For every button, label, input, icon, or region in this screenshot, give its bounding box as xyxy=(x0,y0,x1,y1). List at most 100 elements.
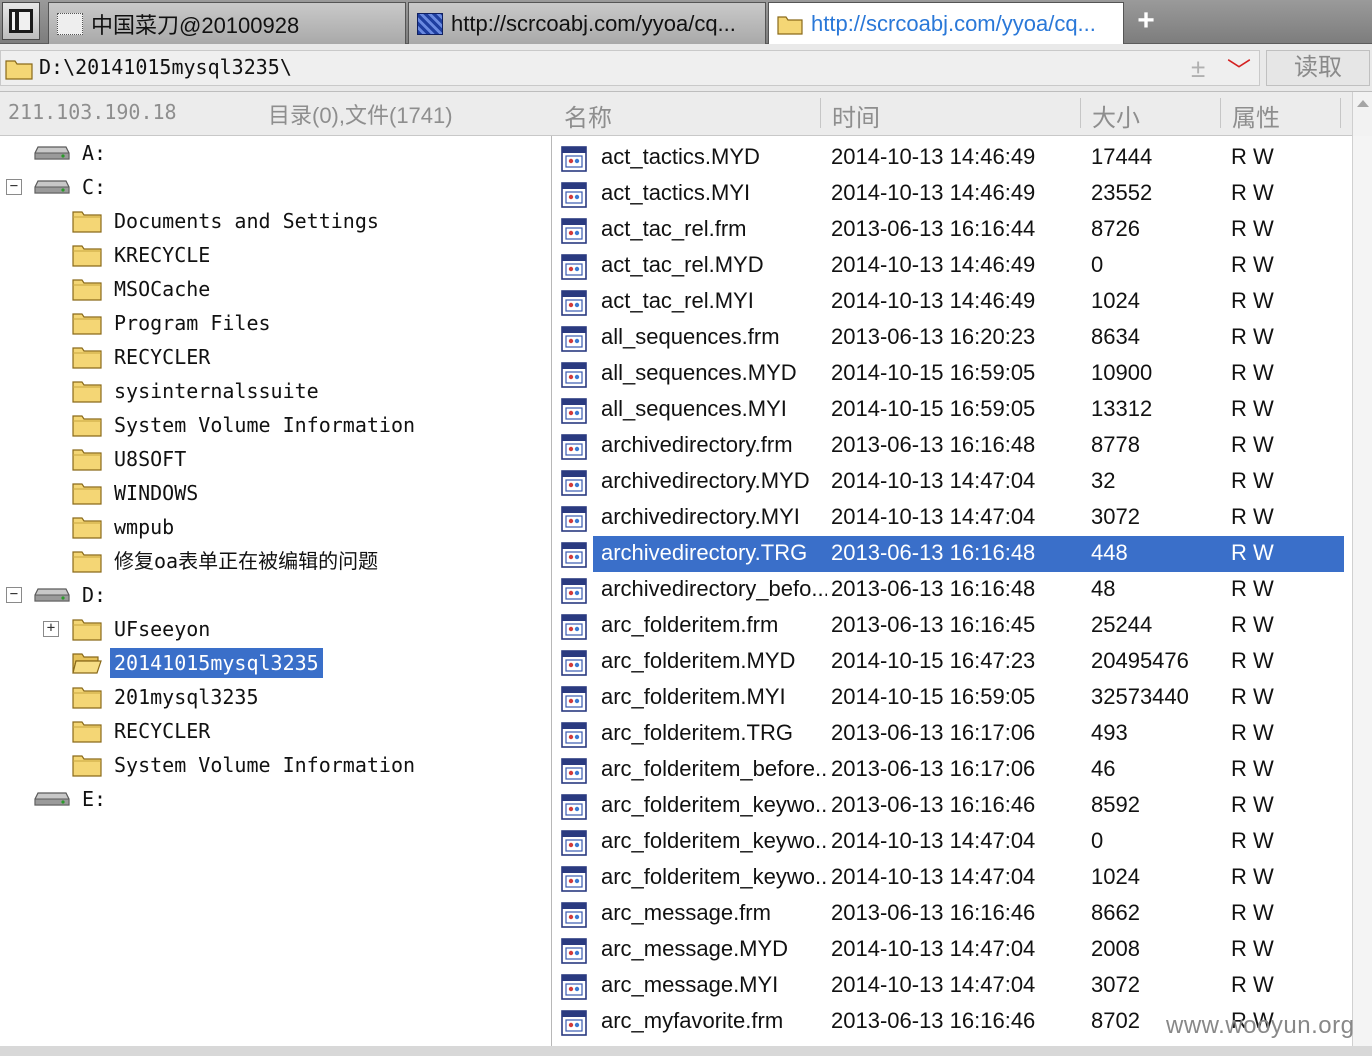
tree-folder-item[interactable]: wmpub xyxy=(72,510,178,544)
expand-toggle[interactable]: + xyxy=(43,621,59,637)
directory-summary: 目录(0),文件(1741) xyxy=(268,103,453,128)
tree-folder-item[interactable]: KRECYCLE xyxy=(72,238,214,272)
tree-folder-item[interactable]: RECYCLER xyxy=(72,340,214,374)
file-icon xyxy=(561,218,587,244)
tab-caidao-home[interactable]: 中国菜刀@20100928 xyxy=(48,2,406,44)
tree-folder-item[interactable]: WINDOWS xyxy=(72,476,202,510)
path-dropdown-button[interactable]: ﹀ xyxy=(1227,51,1251,86)
file-row[interactable]: act_tac_rel.MYI 2014-10-13 14:46:49 1024 R … xyxy=(553,284,1344,320)
file-row[interactable]: all_sequences.frm 2013-06-13 16:20:23 8634… xyxy=(553,320,1344,356)
file-time: 2014-10-13 14:46:49 xyxy=(831,180,1036,205)
column-time-header[interactable]: 时间 xyxy=(832,98,880,133)
file-icon xyxy=(561,506,587,532)
file-icon xyxy=(561,722,587,748)
file-name: all_sequences.MYD xyxy=(601,360,797,385)
tab-label: http://scrcoabj.com/yyoa/cq... xyxy=(451,10,736,36)
tree-folder-item[interactable]: 201mysql3235 xyxy=(72,680,263,714)
tree-item-label: System Volume Information xyxy=(114,413,416,437)
tree-folder-item[interactable]: System Volume Information xyxy=(72,748,419,782)
hard-drive-icon xyxy=(34,792,70,806)
file-row[interactable]: arc_message.frm 2013-06-13 16:16:46 8662 R … xyxy=(553,896,1344,932)
tree-folder-item[interactable]: Program Files xyxy=(72,306,275,340)
file-row[interactable]: act_tactics.MYI 2014-10-13 14:46:49 23552 R… xyxy=(553,176,1344,212)
column-name-header[interactable]: 名称 xyxy=(564,98,612,133)
file-row[interactable]: arc_folderitem.frm 2013-06-13 16:16:45 252… xyxy=(553,608,1344,644)
column-divider[interactable] xyxy=(1340,98,1341,128)
file-row[interactable]: all_sequences.MYD 2014-10-15 16:59:05 1090… xyxy=(553,356,1344,392)
tree-folder-item[interactable]: RECYCLER xyxy=(72,714,214,748)
file-row[interactable]: archivedirectory.frm 2013-06-13 16:16:48 8… xyxy=(553,428,1344,464)
file-name: arc_message.MYD xyxy=(601,936,789,961)
file-row[interactable]: arc_message.MYI 2014-10-13 14:47:04 3072 R … xyxy=(553,968,1344,1004)
tree-folder-item[interactable]: U8SOFT xyxy=(72,442,190,476)
file-time: 2014-10-13 14:46:49 xyxy=(831,288,1036,313)
file-row[interactable]: arc_folderitem_keywo... 2013-06-13 16:16:… xyxy=(553,788,1344,824)
file-attr: R W xyxy=(1231,972,1274,997)
tree-folder-item[interactable]: UFseeyon xyxy=(72,612,214,646)
file-attr: R W xyxy=(1231,288,1274,313)
column-divider[interactable] xyxy=(1080,98,1081,128)
new-tab-button[interactable]: + xyxy=(1128,4,1164,40)
file-name: act_tac_rel.MYD xyxy=(601,252,764,277)
file-attr: R W xyxy=(1231,324,1274,349)
file-name: archivedirectory.MYD xyxy=(601,468,810,493)
tree-folder-item[interactable]: System Volume Information xyxy=(72,408,419,442)
file-row[interactable]: arc_folderitem.MYD 2014-10-15 16:47:23 204… xyxy=(553,644,1344,680)
folder-icon xyxy=(72,279,102,301)
tree-folder-item[interactable]: Documents and Settings xyxy=(72,204,383,238)
window-menu-button[interactable] xyxy=(2,2,40,40)
file-time: 2014-10-13 14:47:04 xyxy=(831,864,1036,889)
file-row[interactable]: arc_folderitem_keywo... 2014-10-13 14:47:… xyxy=(553,824,1344,860)
tree-drive-item[interactable]: A: xyxy=(34,136,110,170)
scroll-up-button[interactable] xyxy=(1352,92,1372,136)
tab-file-manager[interactable]: http://scrcoabj.com/yyoa/cq... xyxy=(768,2,1124,44)
file-row[interactable]: archivedirectory.MYI 2014-10-13 14:47:04 3… xyxy=(553,500,1344,536)
file-row[interactable]: arc_folderitem.MYI 2014-10-15 16:59:05 325… xyxy=(553,680,1344,716)
file-row[interactable]: act_tactics.MYD 2014-10-13 14:46:49 17444 R… xyxy=(553,140,1344,176)
file-time: 2013-06-13 16:16:46 xyxy=(831,1008,1036,1033)
tree-folder-item[interactable]: sysinternalssuite xyxy=(72,374,323,408)
hard-drive-icon xyxy=(34,146,70,160)
file-row[interactable]: arc_message.MYD 2014-10-13 14:47:04 2008 R … xyxy=(553,932,1344,968)
collapse-toggle[interactable]: − xyxy=(6,179,22,195)
tree-drive-item[interactable]: E: xyxy=(34,782,110,816)
file-icon xyxy=(561,182,587,208)
watermark: www.wooyun.org xyxy=(1166,1012,1355,1039)
file-row[interactable]: archivedirectory.MYD 2014-10-13 14:47:04 3… xyxy=(553,464,1344,500)
folder-icon xyxy=(72,755,102,777)
bookmark-add-button[interactable]: ± xyxy=(1191,53,1205,84)
file-row[interactable]: arc_folderitem.TRG 2013-06-13 16:17:06 493… xyxy=(553,716,1344,752)
tree-item-label: A: xyxy=(82,141,107,165)
tree-folder-item[interactable]: MSOCache xyxy=(72,272,214,306)
file-row[interactable]: act_tac_rel.frm 2013-06-13 16:16:44 8726 R … xyxy=(553,212,1344,248)
tab-bar: 中国菜刀@20100928 http://scrcoabj.com/yyoa/c… xyxy=(0,0,1372,44)
tree-drive-item[interactable]: C: xyxy=(34,170,110,204)
vertical-scrollbar[interactable] xyxy=(1352,136,1372,1046)
file-row[interactable]: arc_folderitem_before... 2013-06-13 16:17… xyxy=(553,752,1344,788)
tree-drive-item[interactable]: D: xyxy=(34,578,110,612)
tree-folder-item[interactable]: 20141015mysql3235 xyxy=(72,646,323,680)
file-row[interactable]: archivedirectory_befo... 2013-06-13 16:16… xyxy=(553,572,1344,608)
tree-folder-item[interactable]: 修复oa表单正在被编辑的问题 xyxy=(72,544,382,578)
column-size-header[interactable]: 大小 xyxy=(1092,98,1140,133)
file-size: 20495476 xyxy=(1091,648,1189,673)
file-icon xyxy=(561,686,587,712)
file-row[interactable]: all_sequences.MYI 2014-10-15 16:59:05 1331… xyxy=(553,392,1344,428)
file-row[interactable]: arc_folderitem_keywo... 2014-10-13 14:47:… xyxy=(553,860,1344,896)
column-divider[interactable] xyxy=(1220,98,1221,128)
file-attr: R W xyxy=(1231,180,1274,205)
file-list: act_tactics.MYD 2014-10-13 14:46:49 17444 R… xyxy=(553,136,1352,1046)
file-row[interactable]: archivedirectory.TRG 2013-06-13 16:16:48 4… xyxy=(553,536,1344,572)
folder-icon xyxy=(72,415,102,437)
file-size: 10900 xyxy=(1091,360,1153,385)
column-divider[interactable] xyxy=(820,98,821,128)
file-row[interactable]: act_tac_rel.MYD 2014-10-13 14:46:49 0 R W xyxy=(553,248,1344,284)
file-attr: R W xyxy=(1231,576,1274,601)
column-attr-header[interactable]: 属性 xyxy=(1232,98,1280,133)
read-button[interactable]: 读取 xyxy=(1266,50,1370,86)
file-time: 2013-06-13 16:17:06 xyxy=(831,756,1036,781)
tree-item-label: Program Files xyxy=(114,311,271,335)
collapse-toggle[interactable]: − xyxy=(6,587,22,603)
path-input[interactable]: D:\20141015mysql3235\ ± ﹀ xyxy=(0,50,1260,86)
tab-web-shell[interactable]: http://scrcoabj.com/yyoa/cq... xyxy=(408,2,766,44)
